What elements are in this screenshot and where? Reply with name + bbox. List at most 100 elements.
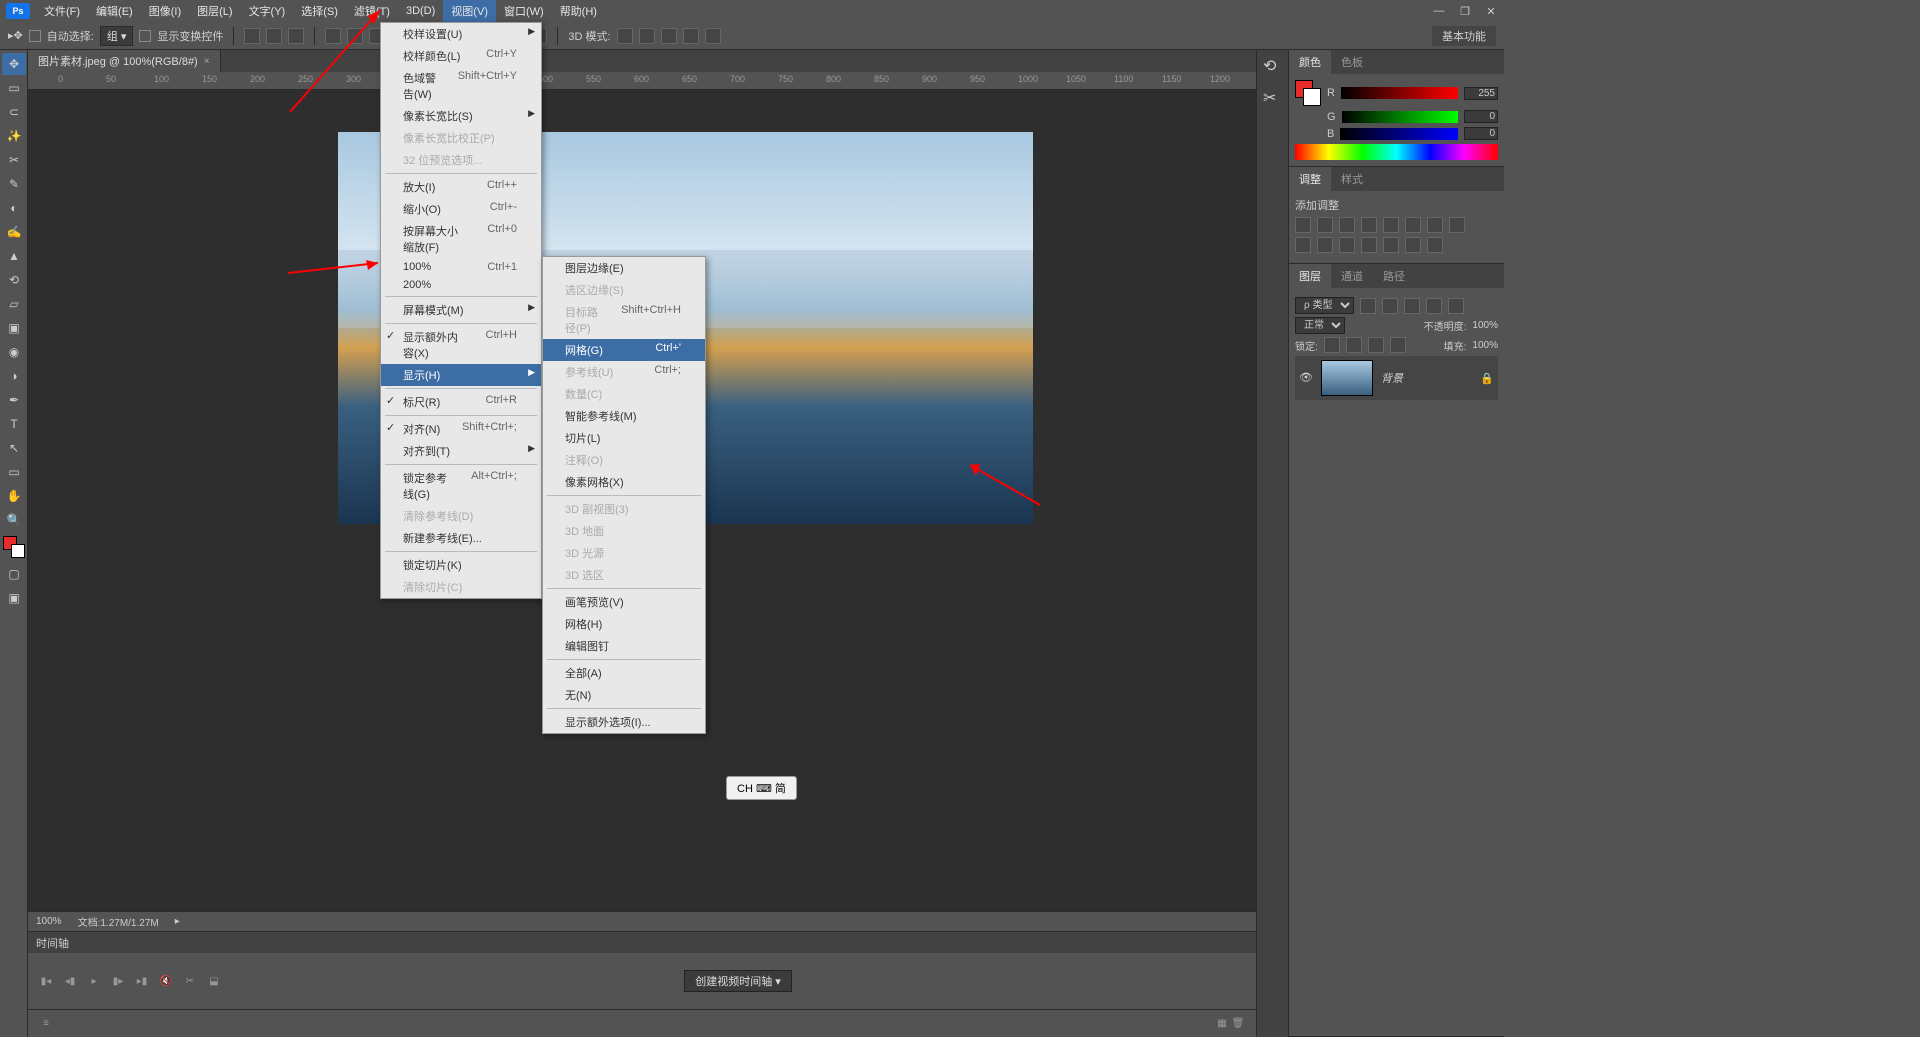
adj-color-lookup-icon[interactable] — [1317, 237, 1333, 253]
menu-select[interactable]: 选择(S) — [293, 0, 346, 22]
minimize-button[interactable]: — — [1426, 1, 1452, 21]
timeline-convert-icon[interactable]: ▦ — [1214, 1016, 1230, 1032]
menu-item[interactable]: 锁定参考线(G)Alt+Ctrl+; — [381, 467, 541, 505]
menu-filter[interactable]: 滤镜(T) — [346, 0, 398, 22]
menu-item[interactable]: 画笔预览(V) — [543, 591, 705, 613]
timeline-next-frame[interactable]: ▮▸ — [110, 973, 126, 989]
menu-help[interactable]: 帮助(H) — [552, 0, 605, 22]
menu-item[interactable]: 编辑图钉 — [543, 635, 705, 657]
filter-adjustment-icon[interactable] — [1382, 298, 1398, 314]
filter-smart-icon[interactable] — [1448, 298, 1464, 314]
menu-item[interactable]: ✓显示额外内容(X)Ctrl+H — [381, 326, 541, 364]
adj-selective-color-icon[interactable] — [1427, 237, 1443, 253]
styles-panel-tab[interactable]: 样式 — [1331, 167, 1373, 191]
menu-item[interactable]: 网格(H) — [543, 613, 705, 635]
layer-visibility-icon[interactable]: 👁 — [1299, 371, 1313, 385]
menu-item[interactable]: 放大(I)Ctrl++ — [381, 176, 541, 198]
history-icon[interactable]: ⟲ — [1257, 50, 1288, 82]
align-icon-5[interactable] — [347, 28, 363, 44]
document-tab[interactable]: 图片素材.jpeg @ 100%(RGB/8#) × — [28, 50, 221, 72]
3d-icon-4[interactable] — [683, 28, 699, 44]
menu-item[interactable]: 色域警告(W)Shift+Ctrl+Y — [381, 67, 541, 105]
properties-icon[interactable]: ✂ — [1257, 82, 1288, 114]
adj-threshold-icon[interactable] — [1383, 237, 1399, 253]
g-slider[interactable] — [1342, 111, 1458, 123]
paths-panel-tab[interactable]: 路径 — [1373, 264, 1415, 288]
menu-image[interactable]: 图像(I) — [141, 0, 189, 22]
menu-item[interactable]: 显示(H)▶ — [381, 364, 541, 386]
opacity-value[interactable]: 100% — [1472, 320, 1498, 331]
timeline-first-frame[interactable]: ▮◂ — [38, 973, 54, 989]
adj-gradient-map-icon[interactable] — [1405, 237, 1421, 253]
lock-all-icon[interactable] — [1390, 337, 1406, 353]
menu-item[interactable]: ✓对齐(N)Shift+Ctrl+; — [381, 418, 541, 440]
collapsed-panel-dock[interactable]: ⟲ ✂ — [1256, 50, 1288, 1037]
color-panel-tab[interactable]: 颜色 — [1289, 50, 1331, 74]
lock-position-icon[interactable] — [1368, 337, 1384, 353]
menu-item[interactable]: 显示额外选项(I)... — [543, 711, 705, 733]
close-tab-icon[interactable]: × — [204, 56, 210, 67]
healing-tool[interactable]: ◐ — [2, 197, 26, 219]
adj-brightness-icon[interactable] — [1295, 217, 1311, 233]
3d-icon-5[interactable] — [705, 28, 721, 44]
adj-photo-filter-icon[interactable] — [1449, 217, 1465, 233]
filter-type-icon[interactable] — [1404, 298, 1420, 314]
menu-item[interactable]: ✓标尺(R)Ctrl+R — [381, 391, 541, 413]
adjustments-panel-tab[interactable]: 调整 — [1289, 167, 1331, 191]
timeline-transition-icon[interactable]: ⬓ — [206, 973, 222, 989]
pen-tool[interactable]: ✒ — [2, 389, 26, 411]
menu-item[interactable]: 新建参考线(E)... — [381, 527, 541, 549]
timeline-scissors-icon[interactable]: ✂ — [182, 973, 198, 989]
adj-vibrance-icon[interactable] — [1383, 217, 1399, 233]
menu-item[interactable]: 缩小(O)Ctrl+- — [381, 198, 541, 220]
color-swatch-pair[interactable] — [1295, 80, 1321, 106]
menu-item[interactable]: 200% — [381, 276, 541, 294]
timeline-panel-tab[interactable]: 时间轴 — [36, 935, 69, 951]
gradient-tool[interactable]: ▣ — [2, 317, 26, 339]
zoom-level[interactable]: 100% — [36, 916, 62, 927]
menu-3d[interactable]: 3D(D) — [398, 2, 443, 20]
close-button[interactable]: ✕ — [1478, 1, 1504, 21]
menu-item[interactable]: 校样颜色(L)Ctrl+Y — [381, 45, 541, 67]
timeline-prev-frame[interactable]: ◂▮ — [62, 973, 78, 989]
blend-mode-dropdown[interactable]: 正常 — [1295, 317, 1345, 334]
menu-item[interactable]: 像素网格(X) — [543, 471, 705, 493]
menu-item[interactable]: 切片(L) — [543, 427, 705, 449]
adj-bw-icon[interactable] — [1427, 217, 1443, 233]
adj-curves-icon[interactable] — [1339, 217, 1355, 233]
menu-window[interactable]: 窗口(W) — [496, 0, 552, 22]
blur-tool[interactable]: ◉ — [2, 341, 26, 363]
menu-edit[interactable]: 编辑(E) — [88, 0, 141, 22]
marquee-tool[interactable]: ▭ — [2, 77, 26, 99]
layer-filter-dropdown[interactable]: ρ 类型 — [1295, 297, 1354, 314]
ime-indicator[interactable]: CH ⌨ 简 — [726, 776, 797, 800]
auto-select-dropdown[interactable]: 组 ▾ — [100, 26, 134, 46]
menu-item[interactable]: 无(N) — [543, 684, 705, 706]
brush-tool[interactable]: ✍ — [2, 221, 26, 243]
lasso-tool[interactable]: ⊂ — [2, 101, 26, 123]
menu-item[interactable]: 像素长宽比(S)▶ — [381, 105, 541, 127]
menu-file[interactable]: 文件(F) — [36, 0, 88, 22]
create-video-timeline-button[interactable]: 创建视频时间轴 ▾ — [684, 970, 792, 992]
filter-shape-icon[interactable] — [1426, 298, 1442, 314]
zoom-tool[interactable]: 🔍 — [2, 509, 26, 531]
lock-transparency-icon[interactable] — [1324, 337, 1340, 353]
adj-channel-mixer-icon[interactable] — [1295, 237, 1311, 253]
menu-type[interactable]: 文字(Y) — [241, 0, 294, 22]
align-icon-3[interactable] — [288, 28, 304, 44]
g-value[interactable]: 0 — [1464, 110, 1498, 123]
layer-item-background[interactable]: 👁 背景 🔒 — [1295, 356, 1498, 400]
stamp-tool[interactable]: ▲ — [2, 245, 26, 267]
lock-pixels-icon[interactable] — [1346, 337, 1362, 353]
crop-tool[interactable]: ✂ — [2, 149, 26, 171]
menu-view[interactable]: 视图(V) — [443, 0, 496, 22]
3d-icon-2[interactable] — [639, 28, 655, 44]
show-transform-checkbox[interactable] — [139, 30, 151, 42]
layers-panel-tab[interactable]: 图层 — [1289, 264, 1331, 288]
menu-item[interactable]: 网格(G)Ctrl+' — [543, 339, 705, 361]
path-tool[interactable]: ↖ — [2, 437, 26, 459]
workspace-selector[interactable]: 基本功能 — [1432, 26, 1496, 46]
screen-mode-tool[interactable]: ▣ — [2, 587, 26, 609]
menu-item[interactable]: 100%Ctrl+1 — [381, 258, 541, 276]
timeline-audio[interactable]: 🔇 — [158, 973, 174, 989]
